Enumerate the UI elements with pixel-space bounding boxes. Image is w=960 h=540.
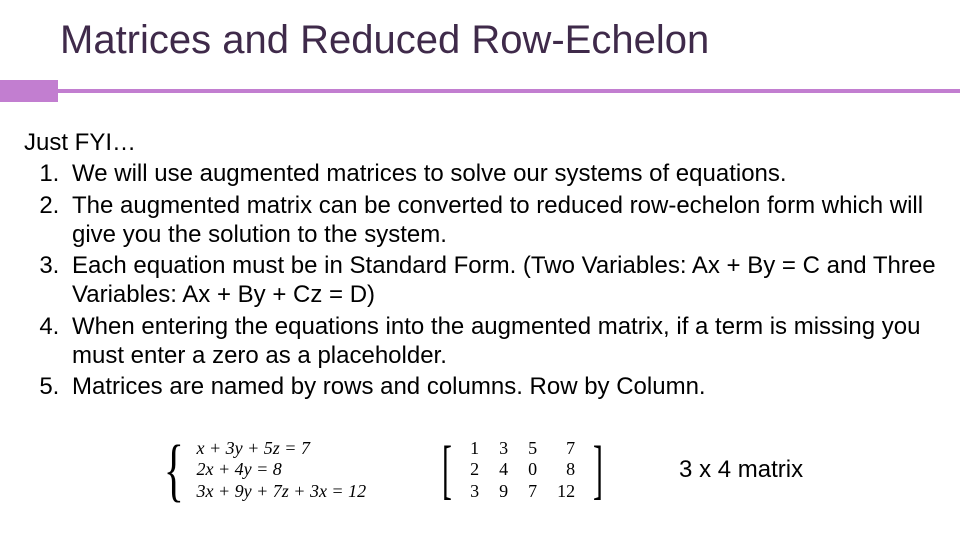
matrix-cell: 8 — [547, 459, 585, 481]
matrix-cell: 0 — [518, 459, 547, 481]
right-bracket-icon: ] — [593, 442, 603, 498]
left-brace-icon: { — [164, 439, 184, 502]
matrix-cell: 4 — [489, 459, 518, 481]
matrix-caption: 3 x 4 matrix — [679, 456, 803, 484]
intro-text: Just FYI… — [24, 128, 936, 157]
page-title: Matrices and Reduced Row-Echelon — [60, 18, 920, 62]
divider-line — [58, 89, 960, 93]
main-list: We will use augmented matrices to solve … — [24, 159, 936, 401]
equation-line: x + 3y + 5z = 7 — [197, 438, 367, 460]
matrix-table: 1 3 5 7 2 4 0 8 3 9 7 12 — [460, 438, 585, 503]
system-of-equations: { x + 3y + 5z = 7 2x + 4y = 8 3x + 9y + … — [157, 438, 366, 503]
list-item: We will use augmented matrices to solve … — [66, 159, 936, 188]
bottom-row: { x + 3y + 5z = 7 2x + 4y = 8 3x + 9y + … — [0, 420, 960, 520]
list-item: The augmented matrix can be converted to… — [66, 191, 936, 250]
table-row: 2 4 0 8 — [460, 459, 585, 481]
equation-line: 2x + 4y = 8 — [197, 459, 367, 481]
matrix-cell: 2 — [460, 459, 489, 481]
matrix-cell: 12 — [547, 481, 585, 503]
matrix-cell: 3 — [460, 481, 489, 503]
equation-stack: x + 3y + 5z = 7 2x + 4y = 8 3x + 9y + 7z… — [197, 438, 367, 503]
matrix-cell: 1 — [460, 438, 489, 460]
matrix-cell: 3 — [489, 438, 518, 460]
slide: Matrices and Reduced Row-Echelon Just FY… — [0, 0, 960, 540]
list-item: Matrices are named by rows and columns. … — [66, 372, 936, 401]
divider-block — [0, 80, 58, 102]
matrix-cell: 7 — [518, 481, 547, 503]
matrix-cell: 5 — [518, 438, 547, 460]
list-item: Each equation must be in Standard Form. … — [66, 251, 936, 310]
table-row: 1 3 5 7 — [460, 438, 585, 460]
equation-line: 3x + 9y + 7z + 3x = 12 — [197, 481, 367, 503]
list-item: When entering the equations into the aug… — [66, 312, 936, 371]
matrix-cell: 9 — [489, 481, 518, 503]
matrix-cell: 7 — [547, 438, 585, 460]
body-content: Just FYI… We will use augmented matrices… — [24, 128, 936, 403]
augmented-matrix: [ 1 3 5 7 2 4 0 8 3 9 7 12 — [436, 438, 609, 503]
table-row: 3 9 7 12 — [460, 481, 585, 503]
left-bracket-icon: [ — [442, 442, 452, 498]
title-divider — [0, 80, 960, 102]
